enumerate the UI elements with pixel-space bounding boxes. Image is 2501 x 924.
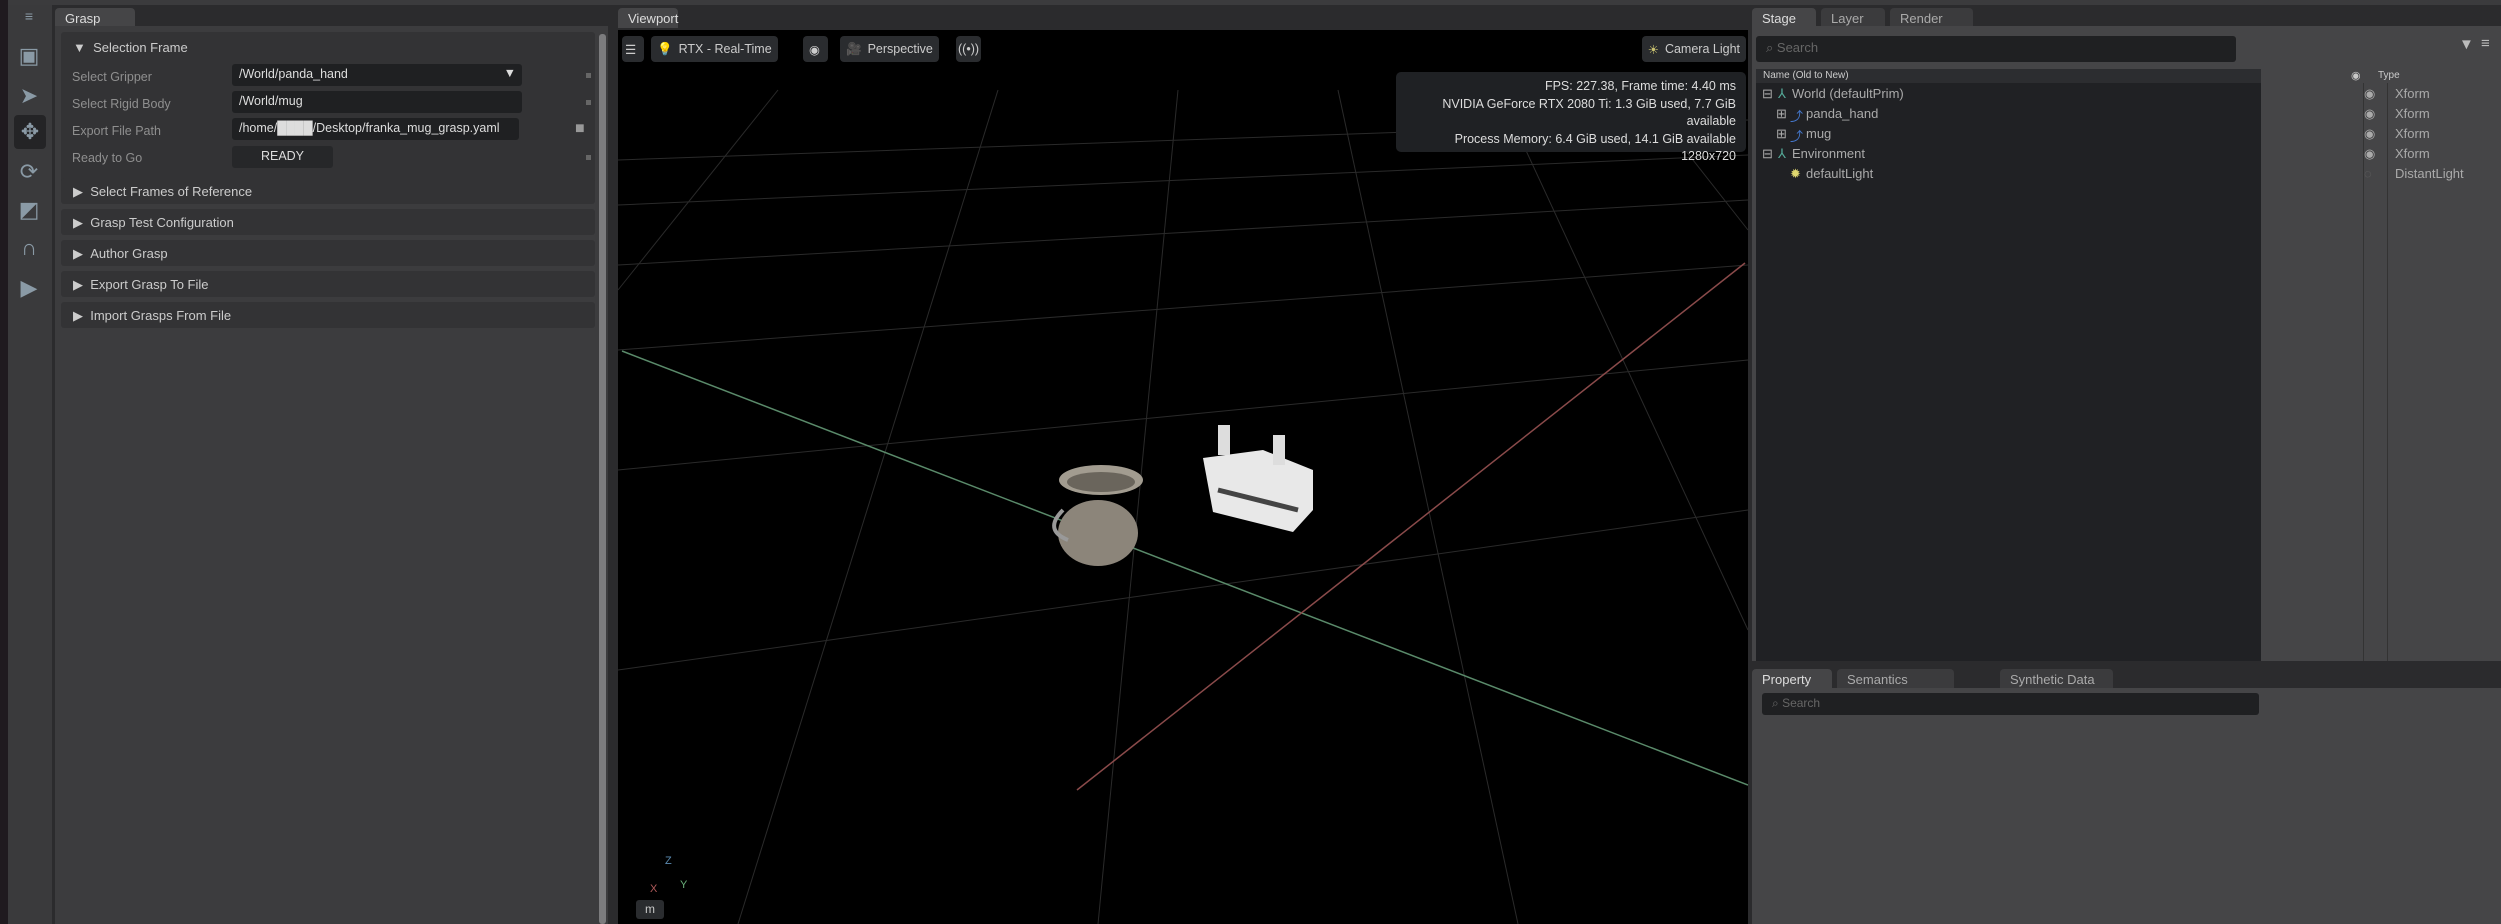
xform-icon: ⅄ <box>1778 146 1786 162</box>
broadcast-icon: ((•)) <box>958 42 979 56</box>
tree-row-default-light[interactable]: ✹defaultLight◌DistantLight <box>1752 164 2492 184</box>
light-icon: ✹ <box>1790 166 1801 182</box>
property-panel: ⌕ Search <box>1752 688 2501 924</box>
tab-layer[interactable]: Layer <box>1821 8 1885 28</box>
tree-row-world[interactable]: ⊟⅄World (defaultPrim)◉Xform <box>1752 84 2492 104</box>
tab-semantics-schema-editor[interactable]: Semantics Schema Editor <box>1837 669 1954 689</box>
eye-icon: ◉ <box>2364 106 2375 122</box>
section-frames-of-reference[interactable]: ▶ Select Frames of Reference <box>61 178 595 204</box>
stage-panel: ⌕ Search ▼ ≡ Name (Old to New) ◉ Type ⊟ ⅄… <box>1752 26 2501 661</box>
section-export-grasp[interactable]: ▶ Export Grasp To File <box>61 271 595 297</box>
section-author-grasp[interactable]: ▶ Author Grasp <box>61 240 595 266</box>
grasp-editor-panel: ▼ Selection Frame Select Gripper /World/… <box>55 26 608 924</box>
export-path-field[interactable]: /home/████/Desktop/franka_mug_grasp.yaml <box>232 118 519 140</box>
ready-button[interactable]: READY <box>232 146 333 168</box>
play-icon[interactable]: ▶ <box>14 273 44 303</box>
menu-icon[interactable]: ≡ <box>2481 35 2490 52</box>
eye-icon: ◉ <box>2364 86 2375 102</box>
tab-render-settings[interactable]: Render Settings <box>1890 8 1973 28</box>
rigid-body-label: Select Rigid Body <box>72 97 171 111</box>
camera-icon: 🎥 <box>846 42 862 57</box>
eye-hidden-icon: ◌ <box>2364 166 2372 181</box>
reference-xform-icon: ⤴ <box>1790 106 1803 125</box>
snap-icon[interactable]: ∩ <box>14 233 44 263</box>
folder-icon[interactable]: ■ <box>575 120 585 138</box>
expand-icon: ⊞ <box>1776 106 1787 122</box>
default-indicator <box>586 155 591 160</box>
xform-icon: ⅄ <box>1778 86 1786 102</box>
stage-search-input[interactable]: ⌕ Search <box>1756 36 2236 62</box>
settings-button[interactable]: ☰ <box>622 36 644 62</box>
type-column-header[interactable]: Type <box>2378 70 2400 81</box>
export-path-label: Export File Path <box>72 124 161 138</box>
window-edge <box>0 0 8 924</box>
move-tool-icon[interactable]: ✥ <box>14 115 46 149</box>
gripper-model <box>1203 425 1313 532</box>
visibility-button[interactable]: ◉ <box>803 36 828 62</box>
filter-icon[interactable]: ▼ <box>2459 36 2474 53</box>
gripper-label: Select Gripper <box>72 70 152 84</box>
section-import-grasps[interactable]: ▶ Import Grasps From File <box>61 302 595 328</box>
collapse-icon: ⊟ <box>1762 86 1773 102</box>
tab-property[interactable]: Property <box>1752 669 1832 689</box>
gripper-dropdown[interactable]: /World/panda_hand▼ <box>232 64 522 86</box>
y-axis-line <box>622 351 1748 785</box>
x-axis-line <box>1077 263 1745 790</box>
tab-viewport[interactable]: Viewport <box>618 8 678 28</box>
chevron-down-icon: ▼ <box>504 66 516 80</box>
camera-light-button[interactable]: ☀Camera Light <box>1642 36 1746 62</box>
name-column-header[interactable]: Name (Old to New) <box>1763 70 1849 81</box>
sun-icon: ☀ <box>1648 42 1659 57</box>
visibility-header-icon: ◉ <box>2351 69 2361 82</box>
rotate-tool-icon[interactable]: ⟳ <box>14 157 44 187</box>
sliders-icon: ☰ <box>625 42 636 57</box>
selection-frame-section: ▼ Selection Frame Select Gripper /World/… <box>61 32 595 200</box>
section-grasp-test-configuration[interactable]: ▶ Grasp Test Configuration <box>61 209 595 235</box>
selection-frame-header[interactable]: ▼ Selection Frame <box>73 40 188 55</box>
tab-grasp-editor[interactable]: Grasp Editor <box>55 8 135 28</box>
collapse-icon: ⊟ <box>1762 146 1773 162</box>
tree-row-mug[interactable]: ⊞⤴mug◉Xform <box>1752 124 2492 144</box>
default-indicator <box>586 100 591 105</box>
viewport[interactable]: ☰ 💡RTX - Real-Time ◉ 🎥Perspective ((•)) … <box>618 30 1748 924</box>
rigid-body-field[interactable]: /World/mug <box>232 91 522 113</box>
tree-row-environment[interactable]: ⊟⅄Environment◉Xform <box>1752 144 2492 164</box>
drag-handle-icon[interactable]: ≡ <box>14 9 44 23</box>
render-mode-button[interactable]: 💡RTX - Real-Time <box>651 36 778 62</box>
eye-icon: ◉ <box>2364 146 2375 162</box>
stats-overlay: FPS: 227.38, Frame time: 4.40 msNVIDIA G… <box>1396 72 1746 152</box>
ready-label: Ready to Go <box>72 151 142 165</box>
eye-icon: ◉ <box>809 42 820 57</box>
tab-stage[interactable]: Stage <box>1752 8 1816 28</box>
lightbulb-icon: 💡 <box>657 42 673 57</box>
broadcast-button[interactable]: ((•)) <box>956 36 981 62</box>
top-bar <box>8 0 2501 5</box>
select-tool-icon[interactable]: ➤ <box>14 81 44 111</box>
scrollbar[interactable] <box>599 34 606 924</box>
axis-gizmo: Z X Y <box>628 855 688 895</box>
expand-icon: ⊞ <box>1776 126 1787 142</box>
mug-model <box>1054 465 1143 566</box>
tree-row-panda-hand[interactable]: ⊞⤴panda_hand◉Xform <box>1752 104 2492 124</box>
property-search-input[interactable]: ⌕ Search <box>1762 693 2259 715</box>
eye-icon: ◉ <box>2364 126 2375 142</box>
tool-bar: ≡ ▣ ➤ ✥ ⟳ ◩ ∩ ▶ <box>8 5 52 924</box>
default-indicator <box>586 73 591 78</box>
scale-tool-icon[interactable]: ◩ <box>14 195 44 225</box>
reference-xform-icon: ⤴ <box>1790 126 1803 145</box>
tab-synthetic-data-recorder[interactable]: Synthetic Data Recorder <box>2000 669 2113 689</box>
unit-badge[interactable]: m <box>636 900 664 919</box>
frame-selection-icon[interactable]: ▣ <box>14 41 44 71</box>
camera-button[interactable]: 🎥Perspective <box>840 36 939 62</box>
